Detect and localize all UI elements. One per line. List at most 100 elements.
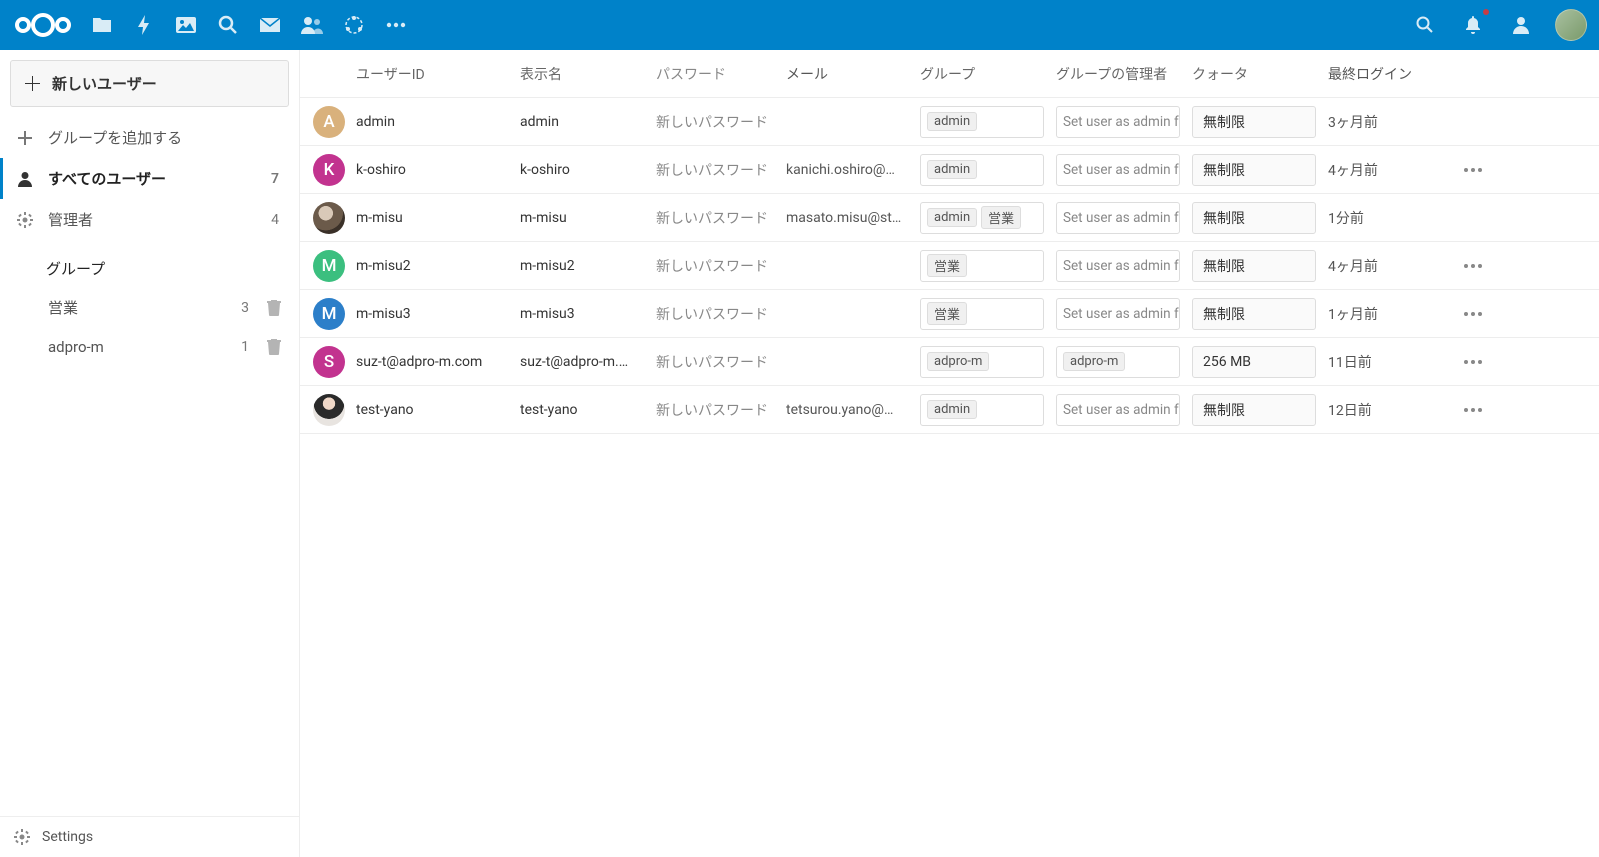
admins-count: 4 [271, 212, 279, 228]
sidebar: 新しいユーザー グループを追加する すべてのユーザー 7 管理者 4 グループ … [0, 50, 300, 857]
nextcloud-logo[interactable] [12, 8, 74, 42]
cell-displayname[interactable]: suz-t@adpro-m.… [520, 354, 656, 370]
search-icon[interactable] [1411, 11, 1439, 39]
group-admin-input[interactable]: Set user as admin fo [1056, 250, 1180, 282]
quota-select[interactable]: 無制限 [1192, 394, 1316, 426]
cell-email[interactable]: tetsurou.yano@… [786, 402, 920, 418]
cell-userid[interactable]: suz-t@adpro-m.com [352, 354, 520, 370]
groups-input[interactable]: 営業 [920, 298, 1044, 330]
cell-userid[interactable]: admin [352, 114, 520, 130]
cell-last-login: 4ヶ月前 [1328, 256, 1448, 276]
cell-displayname[interactable]: k-oshiro [520, 162, 656, 178]
groups-input[interactable]: admin [920, 106, 1044, 138]
contacts-icon[interactable] [298, 11, 326, 39]
groups-input[interactable]: adpro-m [920, 346, 1044, 378]
row-actions-icon[interactable] [1463, 359, 1483, 365]
gear-icon [14, 829, 30, 845]
groups-input[interactable]: admin [920, 154, 1044, 186]
cell-userid[interactable]: test-yano [352, 402, 520, 418]
mail-icon[interactable] [256, 11, 284, 39]
row-actions-icon[interactable] [1463, 407, 1483, 413]
cell-last-login: 1分前 [1328, 208, 1448, 228]
cell-password[interactable]: 新しいパスワード [656, 304, 786, 324]
group-admin-input[interactable]: Set user as admin fo [1056, 298, 1180, 330]
gallery-icon[interactable] [172, 11, 200, 39]
cell-userid[interactable]: m-misu3 [352, 306, 520, 322]
cell-password[interactable]: 新しいパスワード [656, 208, 786, 228]
group-admin-input[interactable]: Set user as admin fo [1056, 394, 1180, 426]
cell-userid[interactable]: m-misu2 [352, 258, 520, 274]
settings-button[interactable]: Settings [0, 816, 299, 857]
table-row: Mm-misu3m-misu3新しいパスワード営業Set user as adm… [300, 290, 1599, 338]
search-app-icon[interactable] [214, 11, 242, 39]
more-apps-icon[interactable] [382, 11, 410, 39]
quota-select[interactable]: 256 MB [1192, 346, 1316, 378]
cell-password[interactable]: 新しいパスワード [656, 112, 786, 132]
cell-displayname[interactable]: test-yano [520, 402, 656, 418]
cell-last-login: 4ヶ月前 [1328, 160, 1448, 180]
user-avatar: S [313, 346, 345, 378]
sidebar-group-item[interactable]: 営業3 [0, 287, 299, 328]
header-right [1411, 9, 1587, 41]
cell-password[interactable]: 新しいパスワード [656, 400, 786, 420]
circles-icon[interactable] [340, 11, 368, 39]
group-chip: admin [927, 208, 977, 227]
groups-input[interactable]: 営業 [920, 250, 1044, 282]
user-avatar: M [313, 298, 345, 330]
groups-input[interactable]: admin営業 [920, 202, 1044, 234]
group-admin-input[interactable]: Set user as admin fo [1056, 154, 1180, 186]
row-actions-icon[interactable] [1463, 311, 1483, 317]
activity-icon[interactable] [130, 11, 158, 39]
quota-select[interactable]: 無制限 [1192, 250, 1316, 282]
trash-icon[interactable] [267, 300, 285, 316]
cell-userid[interactable]: k-oshiro [352, 162, 520, 178]
group-admin-input[interactable]: Set user as admin fo [1056, 202, 1180, 234]
quota-select[interactable]: 無制限 [1192, 202, 1316, 234]
group-chip: 営業 [927, 302, 967, 325]
cell-email[interactable]: masato.misu@st… [786, 210, 920, 226]
files-icon[interactable] [88, 11, 116, 39]
user-avatar: A [313, 106, 345, 138]
row-actions-icon[interactable] [1463, 167, 1483, 173]
group-count: 1 [241, 339, 249, 355]
user-avatar: M [313, 250, 345, 282]
header-email: メール [786, 64, 920, 84]
cell-displayname[interactable]: m-misu2 [520, 258, 656, 274]
group-admin-input[interactable]: adpro-m [1056, 346, 1180, 378]
group-chip: adpro-m [1063, 352, 1125, 371]
cell-password[interactable]: 新しいパスワード [656, 160, 786, 180]
table-row: m-misum-misu新しいパスワードmasato.misu@st…admin… [300, 194, 1599, 242]
notifications-icon[interactable] [1459, 11, 1487, 39]
cell-last-login: 1ヶ月前 [1328, 304, 1448, 324]
users-header-icon[interactable] [1507, 11, 1535, 39]
quota-select[interactable]: 無制限 [1192, 154, 1316, 186]
quota-select[interactable]: 無制限 [1192, 106, 1316, 138]
groups-input[interactable]: admin [920, 394, 1044, 426]
cell-password[interactable]: 新しいパスワード [656, 352, 786, 372]
table-row: test-yanotest-yano新しいパスワードtetsurou.yano@… [300, 386, 1599, 434]
cell-displayname[interactable]: m-misu [520, 210, 656, 226]
cell-password[interactable]: 新しいパスワード [656, 256, 786, 276]
row-actions-icon[interactable] [1463, 263, 1483, 269]
cell-displayname[interactable]: admin [520, 114, 656, 130]
group-admin-input[interactable]: Set user as admin fo [1056, 106, 1180, 138]
cell-displayname[interactable]: m-misu3 [520, 306, 656, 322]
user-avatar [313, 394, 345, 426]
group-chip: 営業 [927, 254, 967, 277]
user-menu-avatar[interactable] [1555, 9, 1587, 41]
cell-userid[interactable]: m-misu [352, 210, 520, 226]
cell-email[interactable]: kanichi.oshiro@… [786, 162, 920, 178]
new-user-button[interactable]: 新しいユーザー [10, 60, 289, 107]
sidebar-group-item[interactable]: adpro-m 1 [0, 328, 299, 366]
group-name: adpro-m [48, 338, 229, 356]
settings-label: Settings [42, 829, 93, 845]
admins-label: 管理者 [48, 209, 259, 230]
group-chip: admin [927, 400, 977, 419]
sidebar-item-admins[interactable]: 管理者 4 [0, 199, 299, 240]
add-group-button[interactable]: グループを追加する [0, 117, 299, 158]
quota-select[interactable]: 無制限 [1192, 298, 1316, 330]
group-chip: adpro-m [927, 352, 989, 371]
trash-icon[interactable] [267, 339, 285, 355]
all-users-label: すべてのユーザー [48, 168, 259, 189]
sidebar-item-all-users[interactable]: すべてのユーザー 7 [0, 158, 299, 199]
